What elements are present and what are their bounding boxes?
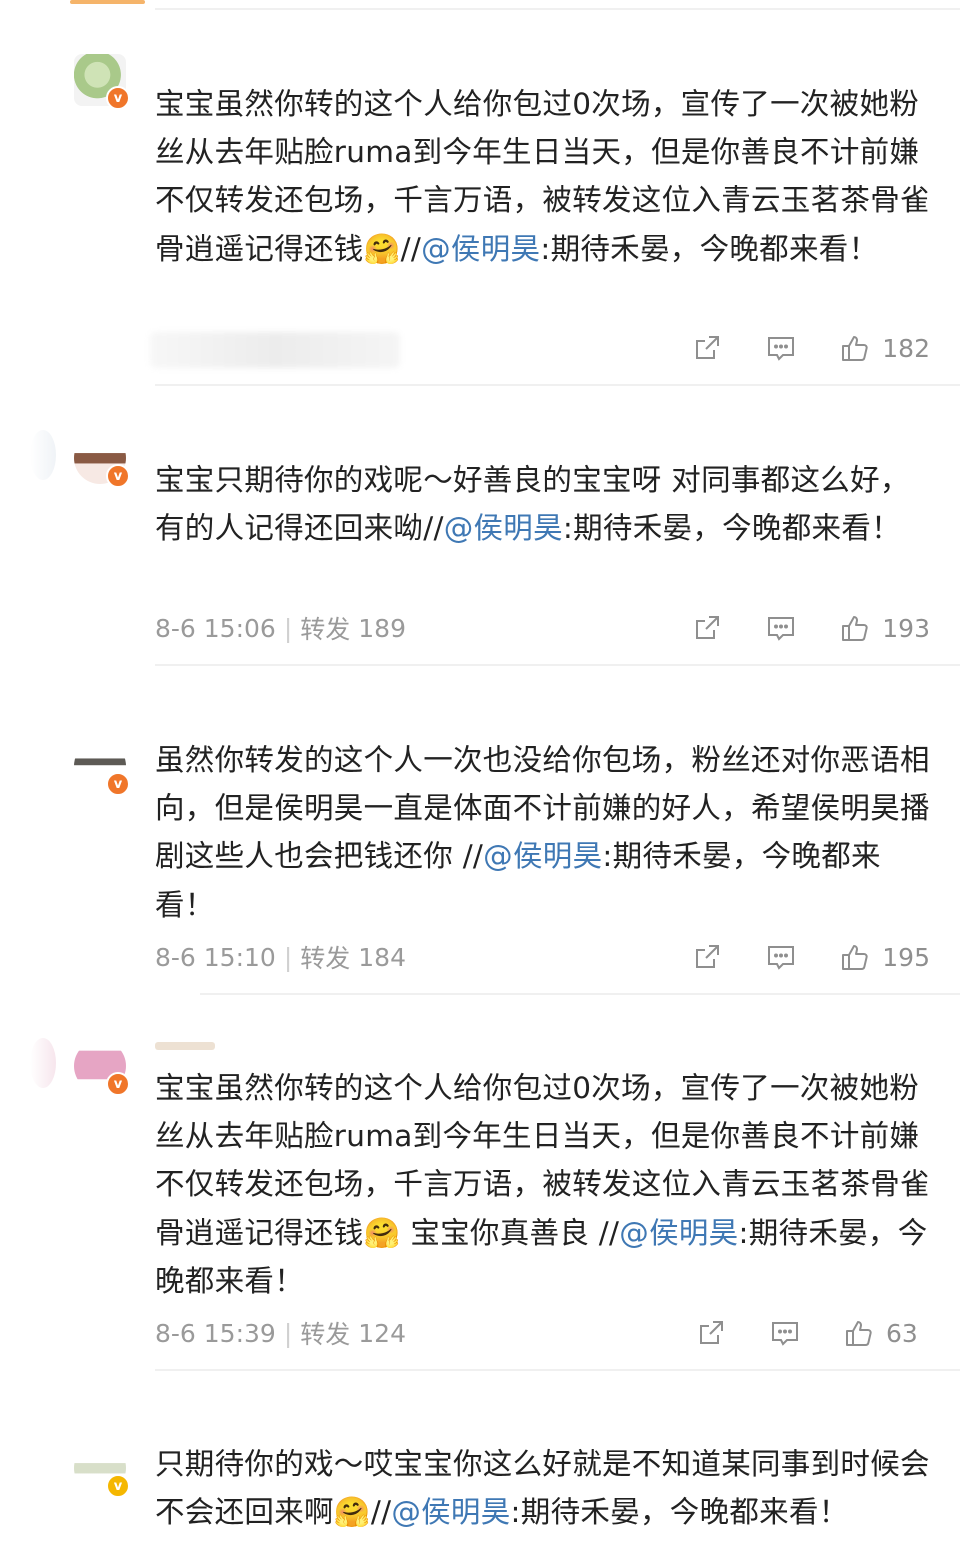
like-button[interactable] [844,1318,874,1348]
avatar[interactable]: v [74,1040,130,1096]
action-bar: 195 [648,937,930,977]
avatar[interactable]: v [74,54,130,110]
repost-slashes: // [370,1495,392,1530]
thumbs-up-icon [842,336,868,361]
repost-count: 184 [358,942,406,972]
avatar[interactable]: v [74,1442,130,1498]
hug-emoji-icon: 🤗 [363,231,401,266]
like-count: 182 [882,333,930,363]
timestamp: 8-6 15:06 [155,613,276,643]
comment-button[interactable] [766,613,796,643]
action-bar: 63 [652,1313,930,1353]
hug-emoji-icon: 🤗 [333,1495,371,1530]
username-fragment [155,1042,215,1050]
share-icon [696,336,720,359]
action-bar: 182 [648,328,930,368]
meta-separator: | [283,1318,293,1348]
comment-icon [772,1322,798,1346]
avatar-fragment [30,1038,56,1088]
mention-link[interactable]: @侯明昊 [391,1495,510,1529]
avatar[interactable]: v [74,432,130,488]
share-icon [696,945,720,968]
like-count: 193 [882,613,930,643]
avatar[interactable]: v [74,740,130,796]
hug-emoji-icon: 🤗 [363,1215,401,1250]
repost-slashes: // [598,1215,620,1250]
comment-button[interactable] [770,1318,800,1348]
comment-text: 只期待你的戏～哎宝宝你这么好就是不知道某同事到时候会不会还回来啊🤗//@侯明昊:… [155,1440,935,1536]
like-count: 195 [882,942,930,972]
mention-link[interactable]: @侯明昊 [444,511,563,545]
verified-badge-icon: v [106,86,130,110]
comment-meta: 8-6 15:39 | 转发 124 [155,1315,406,1351]
top-accent-bar [70,0,145,4]
avatar-fragment [30,430,56,480]
action-bar: 193 [648,608,930,648]
thumbs-up-icon [842,945,868,970]
quoted-text: :期待禾晏，今晚都来看！ [562,511,901,546]
comment-text: 宝宝只期待你的戏呢～好善良的宝宝呀 对同事都这么好，有的人记得还回来呦//@侯明… [155,456,935,552]
like-count: 63 [886,1318,918,1348]
divider [155,8,960,10]
mention-link[interactable]: @侯明昊 [421,232,540,266]
repost-label: 转发 [300,944,351,973]
meta-separator: | [283,613,293,643]
blurred-meta [150,332,400,368]
comment-icon [768,946,795,970]
share-button[interactable] [692,333,722,363]
comment-text: 宝宝虽然你转的这个人给你包过0次场，宣传了一次被她粉丝从去年贴脸ruma到今年生… [155,1064,935,1305]
repost-label: 转发 [300,615,351,644]
comment-icon [768,337,795,361]
repost-count: 124 [358,1318,406,1348]
comment-button[interactable] [766,333,796,363]
timestamp: 8-6 15:10 [155,942,276,972]
like-button[interactable] [840,333,870,363]
repost-slashes: // [423,511,444,546]
quoted-text: :期待禾晏，今晚都来看！ [540,231,879,266]
share-icon [700,1321,723,1344]
timestamp: 8-6 15:39 [155,1318,276,1348]
verified-badge-icon: v [106,464,130,488]
comment-text: 虽然你转发的这个人一次也没给你包场，粉丝还对你恶语相向，但是侯明昊一直是体面不计… [155,736,935,929]
repost-slashes: // [400,231,422,266]
share-icon [696,616,720,639]
comment-text: 宝宝虽然你转的这个人给你包过0次场，宣传了一次被她粉丝从去年贴脸ruma到今年生… [155,80,935,273]
verified-badge-icon: v [106,1474,130,1498]
divider [155,1369,960,1371]
repost-count: 189 [358,613,406,643]
mention-link[interactable]: @侯明昊 [483,839,602,873]
comment-icon [768,617,795,641]
divider [200,993,960,995]
comment-mid: 宝宝你真善良 [400,1215,599,1250]
like-button[interactable] [840,942,870,972]
verified-badge-icon: v [106,1072,130,1096]
share-button[interactable] [692,942,722,972]
share-button[interactable] [692,613,722,643]
divider [155,384,960,386]
meta-separator: | [283,942,293,972]
comment-meta: 8-6 15:06 | 转发 189 [155,610,406,646]
comment-button[interactable] [766,942,796,972]
repost-slashes: // [462,839,484,874]
share-button[interactable] [696,1318,726,1348]
like-button[interactable] [840,613,870,643]
verified-badge-icon: v [106,772,130,796]
comment-meta: 8-6 15:10 | 转发 184 [155,939,406,975]
repost-label: 转发 [300,1320,351,1349]
thumbs-up-icon [842,616,868,641]
mention-link[interactable]: @侯明昊 [619,1216,738,1250]
divider [155,664,960,666]
quoted-text: :期待禾晏，今晚都来看！ [510,1495,849,1530]
thumbs-up-icon [846,1321,872,1346]
